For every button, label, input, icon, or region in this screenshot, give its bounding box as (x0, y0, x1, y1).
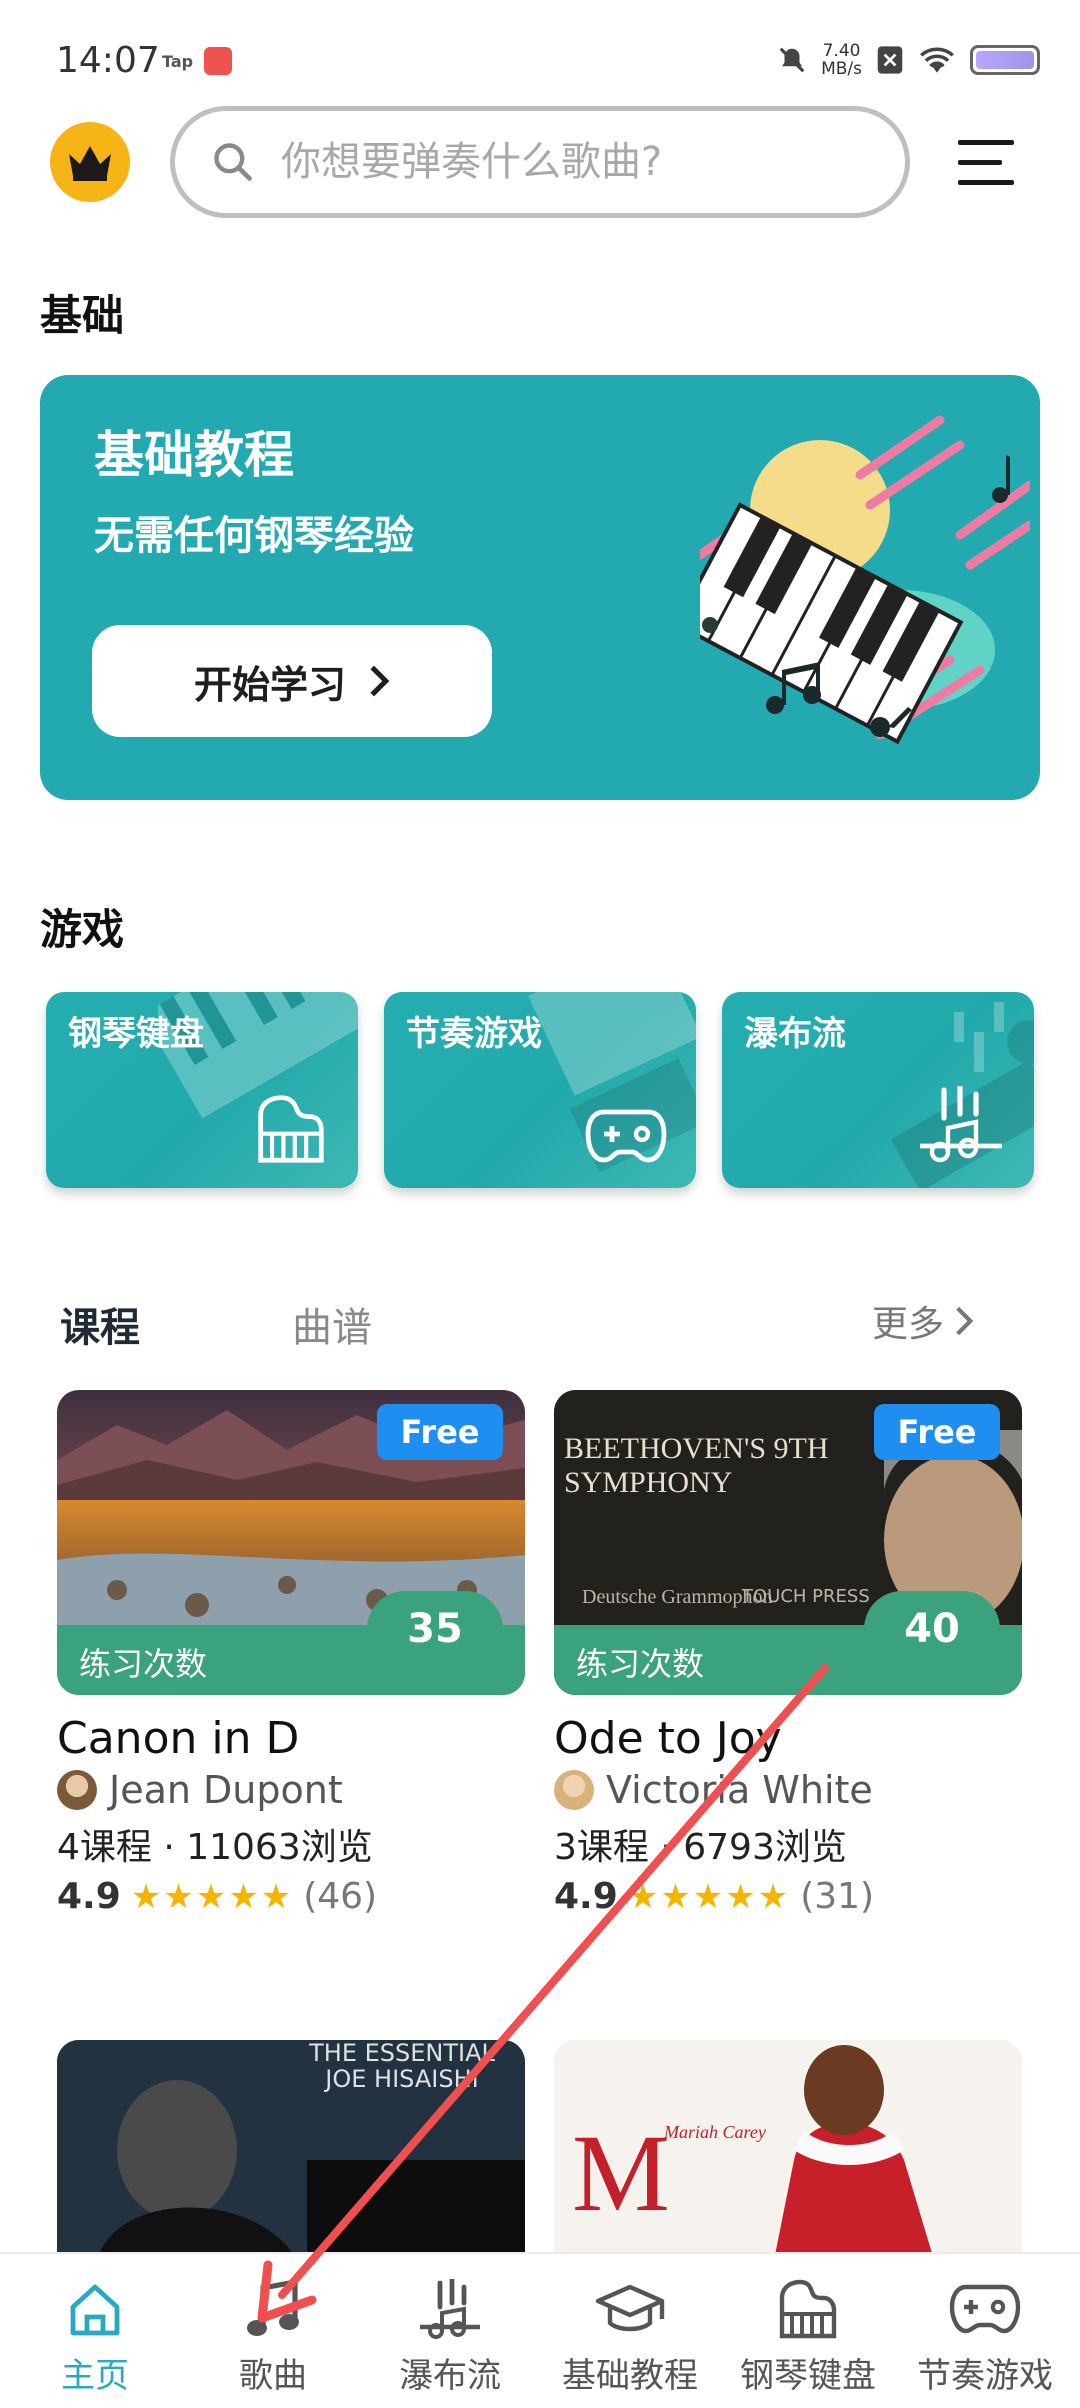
menu-line (958, 140, 1014, 145)
chevron-right-icon (370, 665, 390, 697)
rating-score: 4.9 (57, 1876, 121, 1917)
star-rating-icon: ★★★★★ (627, 1876, 791, 1917)
status-time: 14:07 (56, 40, 160, 81)
course-rating: 4.9 ★★★★★ (31) (554, 1876, 1022, 1917)
nav-label: 歌曲 (239, 2356, 307, 2396)
nav-waterfall[interactable]: 瀑布流 (360, 2254, 540, 2408)
practice-count-bar: 练习次数 40 (554, 1591, 1022, 1695)
course-stats: 3课程 · 6793浏览 (554, 1827, 847, 1868)
chevron-right-icon (956, 1306, 974, 1336)
course-card-ode-to-joy[interactable]: BEETHOVEN'S 9TH SYMPHONY Deutsche Grammo… (554, 1390, 1022, 1917)
author-name: Victoria White (606, 1768, 873, 1812)
tab-course[interactable]: 课程 (60, 1295, 140, 1353)
author-name: Jean Dupont (109, 1768, 343, 1812)
waterfall-icon (420, 2279, 480, 2339)
more-link[interactable]: 更多 (872, 1295, 974, 1347)
app-notification-icon (204, 47, 232, 75)
nav-rhythm-game[interactable]: 节奏游戏 (895, 2254, 1075, 2408)
game-card-label: 瀑布流 (744, 1014, 846, 1054)
wifi-icon (920, 47, 954, 73)
svg-text:M: M (572, 2112, 670, 2234)
course-thumbnail: BEETHOVEN'S 9TH SYMPHONY Deutsche Grammo… (554, 1390, 1022, 1695)
nav-label: 主页 (61, 2356, 129, 2396)
cover-artist-text: Mariah Carey (664, 2122, 766, 2142)
basic-card-title: 基础教程 (94, 426, 294, 484)
music-note-icon (247, 2278, 299, 2336)
course-title: Ode to Joy (554, 1713, 782, 1764)
free-badge: Free (874, 1404, 1000, 1460)
course-card-christmas[interactable]: M Mariah Carey (554, 2040, 1022, 2260)
nav-label: 节奏游戏 (917, 2356, 1053, 2396)
basic-tutorial-card[interactable]: 基础教程 无需任何钢琴经验 开始学习 (40, 375, 1040, 800)
course-card-canon[interactable]: Free 练习次数 35 Canon in D Jean Dupont 4课程 … (57, 1390, 525, 1917)
start-learning-label: 开始学习 (193, 662, 346, 707)
course-card-hisaishi[interactable]: THE ESSENTIAL JOE HISAISHI (57, 2040, 525, 2260)
no-sim-icon (877, 46, 903, 74)
mariah-cover-image: M (554, 2040, 1022, 2260)
game-card-label: 节奏游戏 (406, 1014, 542, 1054)
search-icon (214, 143, 252, 181)
course-author: Victoria White (554, 1768, 1022, 1812)
vip-crown-button[interactable] (50, 122, 130, 202)
practice-label: 练习次数 (79, 1645, 208, 1683)
practice-label: 练习次数 (576, 1645, 705, 1683)
status-bar: 14:07 Tap 7.40 MB/s (0, 0, 1080, 120)
section-title-games: 游戏 (40, 905, 125, 954)
gamepad-icon (585, 1109, 667, 1163)
tab-score[interactable]: 曲谱 (292, 1295, 372, 1353)
game-card-label: 钢琴键盘 (68, 1014, 204, 1054)
game-card-rhythm-game[interactable]: 节奏游戏 (384, 992, 696, 1188)
more-label: 更多 (872, 1304, 945, 1345)
menu-button[interactable] (958, 138, 1022, 188)
rating-count: (31) (800, 1876, 875, 1917)
nav-label: 瀑布流 (399, 2356, 501, 2396)
star-rating-icon: ★★★★★ (130, 1876, 294, 1917)
course-author: Jean Dupont (57, 1768, 525, 1812)
menu-line (958, 160, 1002, 165)
game-card-piano-keyboard[interactable]: 钢琴键盘 (46, 992, 358, 1188)
crown-icon (69, 146, 111, 181)
waterfall-music-icon (920, 1086, 1002, 1163)
search-input[interactable] (281, 139, 841, 185)
rating-count: (46) (303, 1876, 378, 1917)
course-rating: 4.9 ★★★★★ (46) (57, 1876, 525, 1917)
bottom-navigation: 主页 歌曲 瀑布流 基础教程 钢琴键盘 节奏游戏 (0, 2252, 1080, 2408)
home-icon (70, 2284, 120, 2336)
cover-publisher-text: TOUCH PRESS (742, 1586, 870, 1607)
nav-songs[interactable]: 歌曲 (183, 2254, 363, 2408)
cover-title-text: THE ESSENTIAL JOE HISAISHI (309, 2040, 495, 2093)
practice-count: 40 (864, 1591, 1000, 1667)
avatar (554, 1770, 594, 1810)
section-title-basic: 基础 (40, 291, 125, 340)
course-title: Canon in D (57, 1713, 300, 1764)
nav-label: 基础教程 (562, 2356, 698, 2396)
basic-card-subtitle: 无需任何钢琴经验 (94, 513, 414, 559)
nav-piano-keyboard[interactable]: 钢琴键盘 (718, 2254, 898, 2408)
piano-illustration (700, 415, 1030, 745)
game-card-waterfall[interactable]: 瀑布流 (722, 992, 1034, 1188)
piano-icon (258, 1095, 324, 1163)
search-bar[interactable] (170, 106, 910, 218)
course-thumbnail: Free 练习次数 35 (57, 1390, 525, 1695)
start-learning-button[interactable]: 开始学习 (92, 625, 492, 737)
cover-title-text: BEETHOVEN'S 9TH SYMPHONY (564, 1432, 829, 1499)
status-right: 7.40 MB/s (777, 42, 1040, 78)
course-stats: 4课程 · 11063浏览 (57, 1827, 373, 1868)
menu-line (958, 180, 1014, 185)
graduation-cap-icon (595, 2284, 665, 2332)
rating-score: 4.9 (554, 1876, 618, 1917)
practice-count-bar: 练习次数 35 (57, 1591, 525, 1695)
nav-basic-tutorial[interactable]: 基础教程 (540, 2254, 720, 2408)
piano-icon (779, 2279, 837, 2339)
nav-label: 钢琴键盘 (740, 2356, 876, 2396)
nav-home[interactable]: 主页 (5, 2254, 185, 2408)
network-speed: 7.40 MB/s (821, 41, 862, 79)
taptap-notification-icon: Tap (162, 52, 194, 71)
free-badge: Free (377, 1404, 503, 1460)
gamepad-icon (949, 2284, 1021, 2334)
mute-bell-icon (779, 47, 805, 73)
battery-icon (970, 45, 1040, 75)
practice-count: 35 (367, 1591, 503, 1667)
avatar (57, 1770, 97, 1810)
